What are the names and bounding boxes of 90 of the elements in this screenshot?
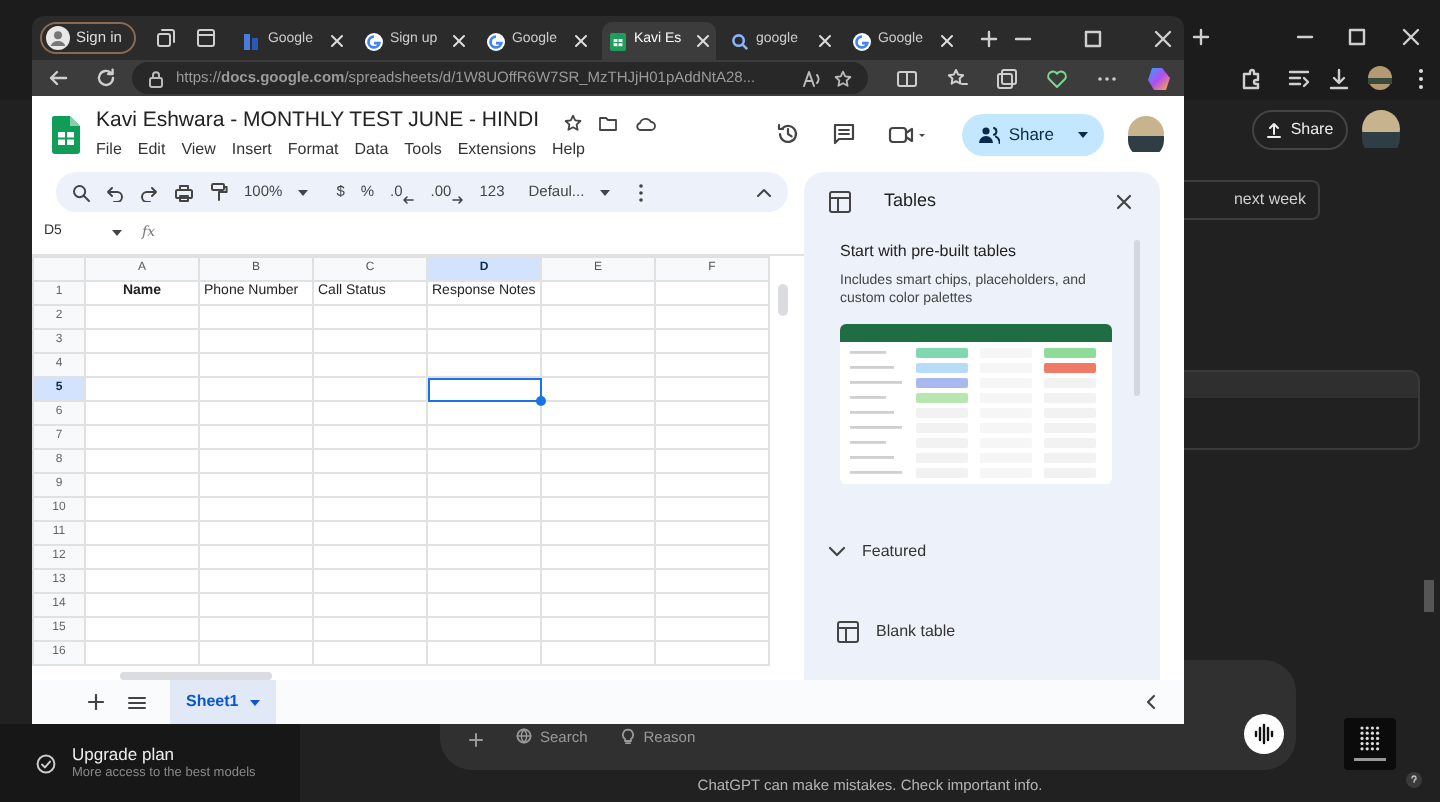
favorites-icon[interactable]	[946, 67, 968, 89]
puzzle-icon[interactable]	[1240, 68, 1262, 90]
menu-item[interactable]: File	[96, 137, 122, 162]
health-icon[interactable]	[1046, 67, 1068, 89]
template-option[interactable]: Blank table	[836, 620, 1140, 645]
logo-thumbnail	[1344, 718, 1396, 770]
more-icon[interactable]	[1418, 68, 1424, 90]
cloud-icon[interactable]	[633, 113, 656, 131]
close-icon[interactable]	[1116, 193, 1132, 210]
history-icon[interactable]	[776, 122, 801, 146]
redo-icon[interactable]	[140, 183, 158, 201]
avatar-icon[interactable]	[1128, 116, 1164, 152]
chip-text: next week	[1233, 188, 1306, 212]
menu-item[interactable]: Help	[551, 137, 585, 162]
spreadsheet-logo-icon[interactable]	[52, 115, 80, 153]
split-screen-icon[interactable]	[896, 67, 918, 89]
sidebar-icon[interactable]	[1288, 68, 1310, 90]
workspaces-icon[interactable]	[155, 28, 176, 48]
more-icon[interactable]	[638, 183, 645, 201]
comment-icon[interactable]	[832, 122, 857, 146]
table-icon	[836, 620, 860, 645]
add-sheet-icon[interactable]	[88, 694, 104, 710]
menu-item[interactable]: Edit	[137, 137, 166, 162]
document-icon	[241, 31, 262, 51]
print-icon[interactable]	[174, 183, 194, 201]
collections-icon[interactable]	[996, 67, 1018, 89]
arrow-icon	[402, 195, 415, 204]
sheet-tab[interactable]: Sheet1	[170, 680, 277, 724]
read-aloud-icon[interactable]	[802, 69, 822, 87]
tab-actions-icon[interactable]	[195, 28, 216, 48]
caret-icon[interactable]	[112, 230, 122, 236]
arrow-icon	[451, 195, 464, 204]
upgrade-title[interactable]: Upgrade plan	[72, 743, 256, 764]
download-icon[interactable]	[1328, 68, 1350, 90]
star-icon[interactable]	[563, 113, 582, 131]
lock-icon	[148, 69, 164, 87]
back-arrow-icon[interactable]	[48, 68, 68, 88]
avatar-icon[interactable]	[1368, 66, 1392, 90]
chevron-left-icon[interactable]	[1146, 694, 1156, 710]
panel-title: Tables	[884, 188, 939, 214]
star-icon[interactable]	[834, 69, 852, 87]
section-toggle[interactable]: Featured	[828, 540, 1140, 565]
menu-item[interactable]: Tools	[404, 137, 442, 162]
document-title[interactable]: Kavi Eshwara - MONTHLY TEST JUNE - HINDI	[96, 106, 540, 138]
caret-icon	[250, 699, 261, 705]
avatar-icon[interactable]	[1362, 110, 1400, 148]
upgrade-icon	[36, 753, 56, 773]
lightbulb-icon	[619, 728, 636, 745]
g-logo-icon	[363, 31, 384, 51]
maximize-icon[interactable]	[1083, 29, 1102, 47]
chevron-up-icon[interactable]	[756, 187, 772, 197]
people-icon	[978, 125, 1001, 143]
new-tab-icon[interactable]	[979, 29, 998, 47]
menu-item[interactable]: View	[181, 137, 216, 162]
menu-item[interactable]: Data	[354, 137, 389, 162]
spreadsheet-icon	[607, 31, 628, 51]
fill-handle[interactable]	[536, 396, 546, 406]
menu-item[interactable]: Extensions	[457, 137, 536, 162]
search-icon	[729, 31, 750, 51]
search-icon[interactable]	[72, 183, 90, 201]
plus-icon[interactable]	[468, 732, 484, 748]
upload-icon	[1266, 122, 1283, 138]
scrollbar	[778, 284, 788, 316]
menu-item[interactable]: Format	[287, 137, 339, 162]
scrollbar	[1424, 580, 1434, 612]
folder-icon[interactable]	[597, 113, 618, 131]
reload-icon[interactable]	[96, 68, 116, 88]
table-icon	[828, 189, 852, 214]
paint-format-icon[interactable]	[210, 182, 228, 202]
caret-icon[interactable]	[600, 189, 611, 195]
share-button[interactable]: Share	[1252, 110, 1348, 150]
caret-icon[interactable]	[298, 189, 309, 195]
menu-icon[interactable]	[128, 695, 146, 709]
person-icon	[46, 26, 70, 50]
copilot-icon[interactable]	[1146, 65, 1172, 91]
share-button[interactable]: Share	[962, 113, 1104, 155]
section-heading: Start with pre-built tables	[840, 239, 1019, 263]
g-logo-icon	[485, 31, 506, 51]
caret-icon	[1078, 131, 1088, 137]
menu-item[interactable]: Insert	[231, 137, 272, 162]
video-camera-icon[interactable]	[888, 122, 927, 146]
g-logo-icon	[851, 31, 872, 51]
undo-icon[interactable]	[106, 183, 124, 201]
active-cell[interactable]	[427, 377, 541, 401]
globe-icon	[516, 728, 532, 745]
chevron-icon	[828, 546, 846, 559]
help-icon[interactable]	[1406, 772, 1422, 788]
maximize-icon[interactable]	[1348, 28, 1366, 46]
new-tab-icon[interactable]	[1192, 28, 1210, 46]
voice-button-icon[interactable]	[1244, 714, 1284, 754]
